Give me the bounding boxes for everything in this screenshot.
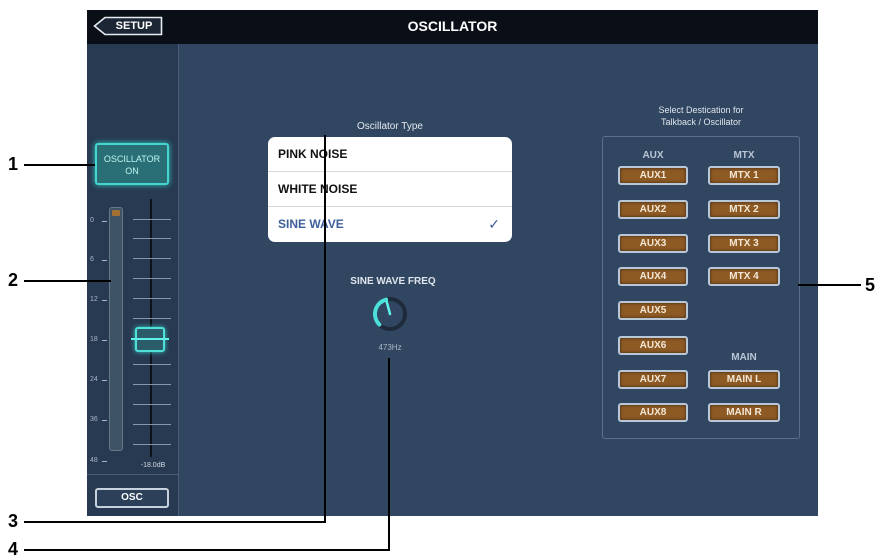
sine-freq-label: SINE WAVE FREQ [350, 276, 436, 287]
mtx3-button[interactable]: MTX 3 [708, 234, 780, 253]
fader-tick [133, 444, 171, 445]
callout-line-5 [798, 284, 861, 286]
aux5-button[interactable]: AUX5 [618, 301, 688, 320]
aux7-button[interactable]: AUX7 [618, 370, 688, 389]
callout-line-3 [24, 521, 326, 523]
meter-scale-tick [102, 420, 107, 421]
aux8-button[interactable]: AUX8 [618, 403, 688, 422]
fader-value: -18.0dB [140, 462, 166, 469]
type-option-label: WHITE NOISE [278, 182, 358, 196]
frequency-knob[interactable] [370, 294, 410, 334]
fader-tick [133, 258, 171, 259]
fader-tick [133, 238, 171, 239]
aux2-button[interactable]: AUX2 [618, 200, 688, 219]
meter-scale-tick [102, 380, 107, 381]
type-option-white-noise[interactable]: WHITE NOISE [268, 172, 512, 207]
callout-1: 1 [8, 154, 19, 174]
destination-label: Select Destication for Talkback / Oscill… [603, 104, 799, 128]
callout-line-4-vertical [388, 358, 390, 551]
callout-4: 4 [8, 539, 19, 559]
checkmark-icon: ✓ [488, 216, 500, 232]
setup-back-button[interactable]: SETUP [93, 16, 163, 36]
type-option-sine-wave[interactable]: SINE WAVE ✓ [268, 207, 512, 242]
oscillator-type-label: Oscillator Type [357, 121, 423, 132]
fader-tick [133, 219, 171, 220]
callout-5: 5 [865, 275, 876, 295]
fader-tick [133, 298, 171, 299]
callout-2: 2 [8, 270, 19, 290]
meter-peak-indicator [112, 210, 120, 216]
meter-scale-tick [102, 221, 107, 222]
main-r-button[interactable]: MAIN R [708, 403, 780, 422]
meter-scale-tick [102, 260, 107, 261]
fader-tick [133, 384, 171, 385]
fader-tick [133, 278, 171, 279]
destination-label-line1: Select Destication for [658, 105, 744, 115]
meter-scale-tick [102, 461, 107, 462]
osc-tab-button[interactable]: OSC [95, 488, 169, 508]
mtx2-button[interactable]: MTX 2 [708, 200, 780, 219]
meter-scale-tick [102, 300, 107, 301]
mtx4-button[interactable]: MTX 4 [708, 267, 780, 286]
aux1-button[interactable]: AUX1 [618, 166, 688, 185]
oscillator-screen: OSCILLATOR SETUP OSCILLATOR ON 0 6 12 18… [87, 10, 818, 516]
mtx1-button[interactable]: MTX 1 [708, 166, 780, 185]
meter-scale-tick [102, 340, 107, 341]
title-bar: OSCILLATOR SETUP [87, 10, 818, 44]
level-meter [109, 207, 123, 451]
sidebar-divider [87, 474, 178, 475]
knob-pointer [385, 300, 392, 316]
type-option-label: PINK NOISE [278, 147, 348, 161]
aux3-button[interactable]: AUX3 [618, 234, 688, 253]
destination-label-line2: Talkback / Oscillator [660, 117, 742, 127]
main-header: MAIN [731, 352, 757, 363]
oscillator-on-button[interactable]: OSCILLATOR ON [95, 143, 169, 185]
main-l-button[interactable]: MAIN L [708, 370, 780, 389]
fader-tick [133, 318, 171, 319]
fader-tick [133, 364, 171, 365]
knob-arc [373, 297, 389, 327]
callout-line-4 [24, 549, 390, 551]
callout-line-2 [24, 280, 111, 282]
page-title: OSCILLATOR [407, 18, 498, 34]
callout-line-3-vertical [324, 135, 326, 523]
callout-line-1 [24, 164, 95, 166]
sine-freq-value: 473Hz [378, 343, 402, 352]
aux-header: AUX [642, 150, 664, 161]
fader-handle[interactable] [131, 327, 169, 352]
oscillator-on-label-1: OSCILLATOR [103, 154, 161, 164]
oscillator-type-list: PINK NOISE WHITE NOISE SINE WAVE ✓ [268, 137, 512, 242]
fader-tick [133, 404, 171, 405]
callout-3: 3 [8, 511, 19, 531]
type-option-pink-noise[interactable]: PINK NOISE [268, 137, 512, 172]
aux4-button[interactable]: AUX4 [618, 267, 688, 286]
fader-handle-line [131, 338, 169, 340]
fader-tick [133, 424, 171, 425]
oscillator-on-label-2: ON [125, 166, 139, 176]
setup-button-label: SETUP [115, 20, 153, 32]
mtx-header: MTX [733, 150, 755, 161]
aux6-button[interactable]: AUX6 [618, 336, 688, 355]
type-option-label: SINE WAVE [278, 217, 344, 231]
